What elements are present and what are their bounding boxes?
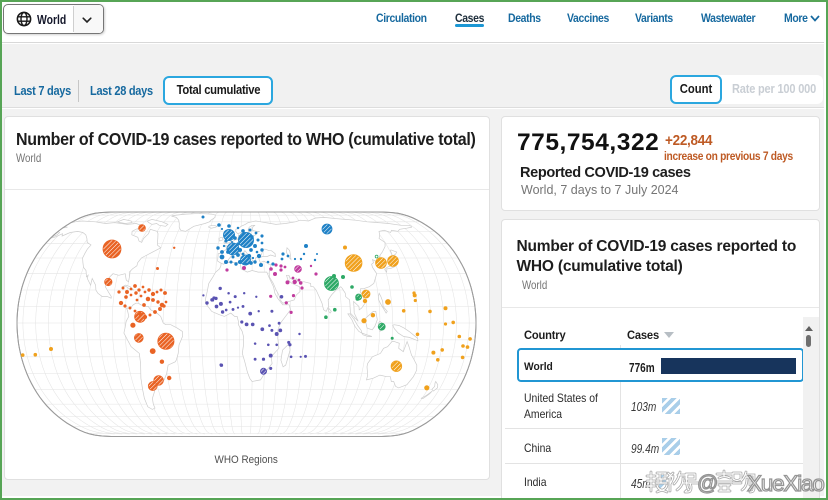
svg-text:XueXiao: XueXiao: [747, 471, 824, 496]
svg-text:@: @: [697, 472, 718, 495]
